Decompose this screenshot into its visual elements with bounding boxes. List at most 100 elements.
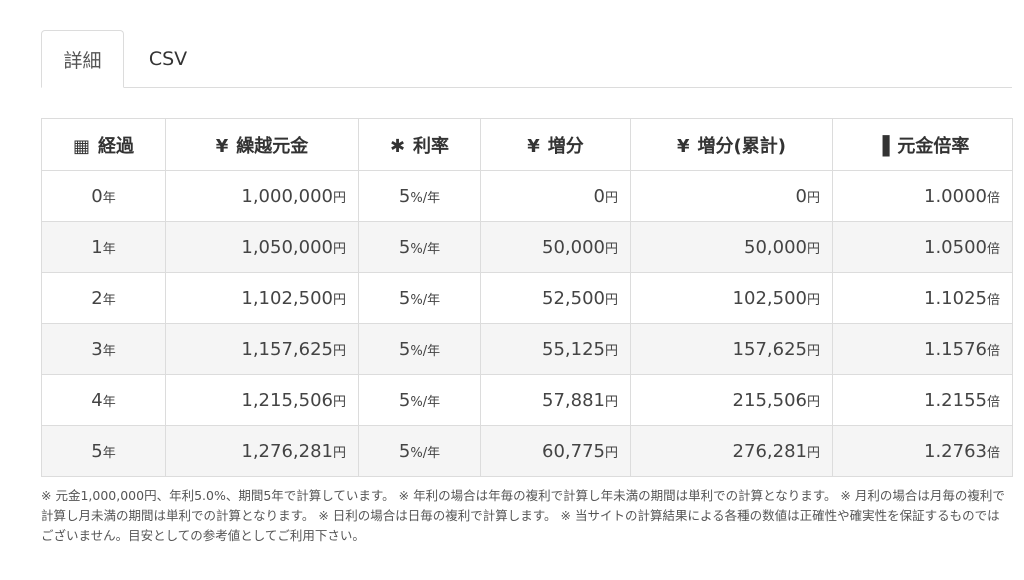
- cell-unit: 円: [332, 445, 346, 461]
- cell-ratio: 1.0000倍: [832, 170, 1013, 222]
- cell-value: 0: [795, 185, 807, 207]
- table-row: 1年 1,050,000円 5%/年 50,000円 50,000円 1.0500倍: [41, 221, 1013, 273]
- cell-value: 1,050,000: [241, 236, 333, 258]
- yen-icon: ¥: [677, 135, 690, 157]
- footnotes: ※ 元金1,000,000円、年利5.0%、期間5年で計算しています。 ※ 年利…: [41, 488, 1005, 543]
- cell-principal: 1,000,000円: [165, 170, 359, 222]
- cell-value: 1.2155: [924, 389, 987, 411]
- cell-unit: 円: [604, 190, 618, 206]
- cell-unit: 円: [604, 445, 618, 461]
- cell-value: 1,276,281: [241, 440, 333, 462]
- cell-value: 5: [398, 236, 411, 258]
- cell-rate: 5%/年: [358, 221, 481, 273]
- asterisk-icon: ✱: [389, 135, 406, 157]
- results-table: ▦ 経過 ¥ 繰越元金 ✱ 利率 ¥ 増分 ¥ 増分(累計) ▐ 元金倍率 0年 1,000,…: [41, 118, 1013, 477]
- bar-chart-icon: ▐: [875, 135, 890, 157]
- cell-unit: 円: [806, 190, 820, 206]
- cell-unit: %/年: [410, 292, 441, 308]
- cell-unit: 円: [806, 292, 820, 308]
- cell-rate: 5%/年: [358, 323, 481, 375]
- table-row: 2年 1,102,500円 5%/年 52,500円 102,500円 1.1025倍: [41, 272, 1013, 324]
- cell-elapsed: 2年: [41, 272, 166, 324]
- cell-increment: 50,000円: [480, 221, 631, 273]
- header-ratio: ▐ 元金倍率: [832, 118, 1013, 171]
- cell-value: 5: [398, 389, 411, 411]
- cell-principal: 1,157,625円: [165, 323, 359, 375]
- cell-value: 1.0500: [924, 236, 987, 258]
- cell-increment: 55,125円: [480, 323, 631, 375]
- cell-unit: 倍: [986, 292, 1000, 308]
- cell-value: 5: [398, 287, 411, 309]
- cell-cumulative: 157,625円: [630, 323, 833, 375]
- cell-unit: 年: [102, 292, 116, 308]
- header-label: 利率: [413, 135, 450, 157]
- table-row: 0年 1,000,000円 5%/年 0円 0円 1.0000倍: [41, 170, 1013, 222]
- tab-details[interactable]: 詳細: [41, 30, 124, 88]
- cell-value: 5: [91, 440, 103, 462]
- cell-rate: 5%/年: [358, 170, 481, 222]
- cell-principal: 1,215,506円: [165, 374, 359, 426]
- cell-rate: 5%/年: [358, 272, 481, 324]
- cell-unit: 円: [332, 394, 346, 410]
- cell-unit: 円: [806, 343, 820, 359]
- cell-principal: 1,276,281円: [165, 425, 359, 477]
- cell-unit: 年: [102, 241, 116, 257]
- cell-ratio: 1.2155倍: [832, 374, 1013, 426]
- cell-unit: 円: [604, 343, 618, 359]
- cell-value: 0: [91, 185, 103, 207]
- cell-value: 276,281: [732, 440, 807, 462]
- cell-unit: 年: [102, 343, 116, 359]
- cell-unit: 円: [806, 241, 820, 257]
- cell-value: 5: [398, 338, 411, 360]
- cell-unit: 円: [604, 394, 618, 410]
- cell-value: 5: [398, 440, 411, 462]
- cell-principal: 1,102,500円: [165, 272, 359, 324]
- header-label: 元金倍率: [897, 135, 970, 157]
- tab-csv[interactable]: CSV: [124, 30, 212, 87]
- header-elapsed: ▦ 経過: [41, 118, 166, 171]
- cell-value: 2: [91, 287, 103, 309]
- cell-unit: 円: [332, 190, 346, 206]
- cell-unit: 円: [332, 343, 346, 359]
- cell-elapsed: 5年: [41, 425, 166, 477]
- cell-elapsed: 4年: [41, 374, 166, 426]
- cell-value: 0: [593, 185, 605, 207]
- cell-unit: 年: [102, 190, 116, 206]
- header-cumulative: ¥ 増分(累計): [630, 118, 833, 171]
- tab-bar: 詳細 CSV: [41, 30, 1012, 88]
- cell-ratio: 1.1025倍: [832, 272, 1013, 324]
- cell-unit: 円: [806, 445, 820, 461]
- header-label: 増分: [547, 135, 584, 157]
- cell-ratio: 1.2763倍: [832, 425, 1013, 477]
- cell-unit: 円: [332, 241, 346, 257]
- cell-value: 1,215,506: [241, 389, 333, 411]
- cell-unit: %/年: [410, 445, 441, 461]
- header-label: 増分(累計): [697, 135, 786, 157]
- cell-unit: 倍: [986, 394, 1000, 410]
- table-body: 0年 1,000,000円 5%/年 0円 0円 1.0000倍 1年 1,050,000円 5…: [41, 170, 1013, 477]
- cell-cumulative: 215,506円: [630, 374, 833, 426]
- cell-cumulative: 0円: [630, 170, 833, 222]
- cell-value: 60,775: [542, 440, 605, 462]
- cell-value: 1: [91, 236, 103, 258]
- cell-value: 1.1025: [924, 287, 987, 309]
- cell-value: 102,500: [732, 287, 807, 309]
- cell-increment: 0円: [480, 170, 631, 222]
- cell-unit: %/年: [410, 190, 441, 206]
- header-increment: ¥ 増分: [480, 118, 631, 171]
- cell-increment: 52,500円: [480, 272, 631, 324]
- cell-ratio: 1.0500倍: [832, 221, 1013, 273]
- cell-value: 50,000: [744, 236, 807, 258]
- cell-principal: 1,050,000円: [165, 221, 359, 273]
- cell-elapsed: 1年: [41, 221, 166, 273]
- cell-unit: 倍: [986, 445, 1000, 461]
- cell-value: 157,625: [732, 338, 807, 360]
- cell-unit: 円: [332, 292, 346, 308]
- cell-unit: 円: [604, 292, 618, 308]
- header-label: 経過: [98, 135, 134, 157]
- cell-cumulative: 50,000円: [630, 221, 833, 273]
- cell-cumulative: 102,500円: [630, 272, 833, 324]
- cell-value: 1.0000: [924, 185, 987, 207]
- cell-elapsed: 3年: [41, 323, 166, 375]
- cell-unit: 倍: [986, 343, 1000, 359]
